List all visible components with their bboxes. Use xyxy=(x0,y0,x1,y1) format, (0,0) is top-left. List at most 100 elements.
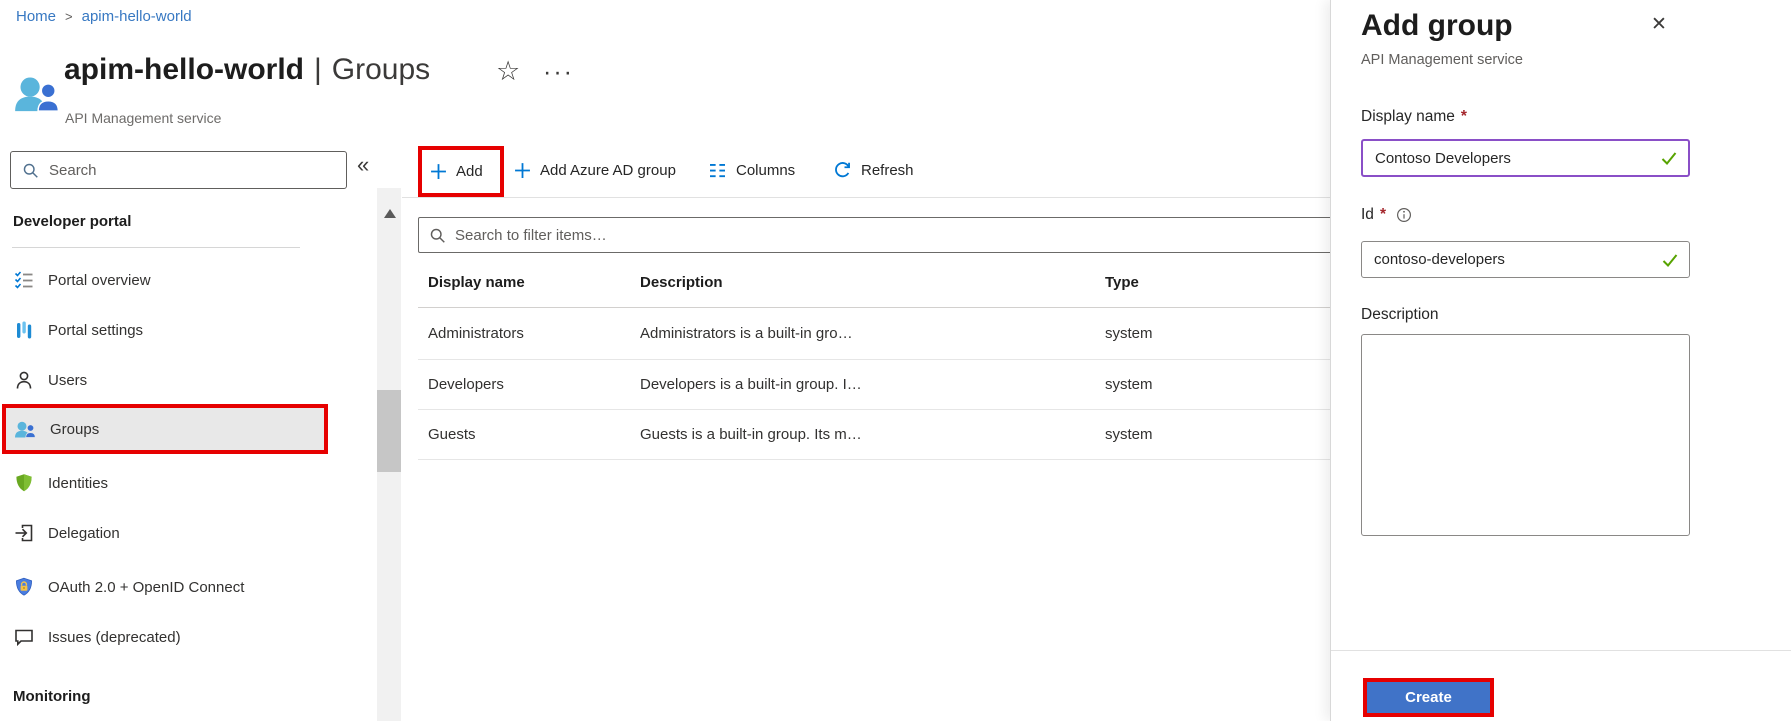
sidebar-section-monitoring: Monitoring xyxy=(13,688,90,705)
breadcrumb-separator: > xyxy=(65,9,73,24)
resource-name: apim-hello-world xyxy=(64,53,304,86)
create-button-annotation-box: Create xyxy=(1363,678,1494,717)
person-icon xyxy=(14,370,34,390)
sidebar-item-portal-overview[interactable]: Portal overview xyxy=(0,258,332,302)
page-subtitle: API Management service xyxy=(65,110,221,126)
scrollbar-up-arrow[interactable] xyxy=(384,209,396,218)
cell-description: Guests is a built-in group. Its m… xyxy=(640,409,1090,459)
azure-portal-page: Home > apim-hello-world apim-hello-world… xyxy=(0,0,1791,721)
sidebar-item-oauth[interactable]: OAuth 2.0 + OpenID Connect xyxy=(0,565,332,609)
sidebar-item-label: Users xyxy=(48,372,87,389)
sidebar-item-label: Delegation xyxy=(48,525,120,542)
breadcrumb-current-link[interactable]: apim-hello-world xyxy=(82,8,192,25)
add-button[interactable]: Add xyxy=(418,146,504,197)
plus-icon xyxy=(430,163,447,180)
delegation-arrow-icon xyxy=(14,523,34,543)
cell-type: system xyxy=(1105,409,1255,459)
sidebar-item-label: Issues (deprecated) xyxy=(48,629,181,646)
cell-display-name: Administrators xyxy=(428,307,633,359)
columns-icon xyxy=(708,163,727,178)
info-icon[interactable] xyxy=(1396,207,1412,223)
columns-label: Columns xyxy=(736,162,795,179)
refresh-icon xyxy=(833,161,852,180)
required-asterisk: * xyxy=(1380,206,1386,224)
sidebar-search-placeholder: Search xyxy=(49,162,97,179)
cell-description: Developers is a built-in group. I… xyxy=(640,359,1090,409)
search-icon xyxy=(22,162,39,179)
breadcrumb-home-link[interactable]: Home xyxy=(16,8,56,25)
required-asterisk: * xyxy=(1461,108,1467,126)
cell-description: Administrators is a built-in gro… xyxy=(640,307,1090,359)
table-row-administrators[interactable]: Administrators Administrators is a built… xyxy=(418,307,1339,360)
id-field[interactable]: contoso-developers xyxy=(1361,241,1690,278)
green-shield-icon xyxy=(14,473,34,493)
cell-display-name: Developers xyxy=(428,359,633,409)
sidebar-item-issues[interactable]: Issues (deprecated) xyxy=(0,615,332,659)
sidebar-item-delegation[interactable]: Delegation xyxy=(0,511,332,555)
column-header-type[interactable]: Type xyxy=(1105,258,1255,307)
groups-people-icon xyxy=(13,74,60,114)
command-bar-divider xyxy=(402,197,1338,198)
title-divider: | xyxy=(314,53,322,86)
sidebar-item-groups-selected[interactable]: Groups xyxy=(2,404,328,454)
sidebar-item-users[interactable]: Users xyxy=(0,358,332,402)
sidebar-section-developer-portal: Developer portal xyxy=(13,213,131,230)
create-button[interactable]: Create xyxy=(1367,682,1490,713)
description-textarea[interactable] xyxy=(1361,334,1690,536)
panel-footer-divider xyxy=(1331,650,1791,651)
close-icon[interactable]: ✕ xyxy=(1651,13,1667,36)
description-label: Description xyxy=(1361,306,1439,324)
display-name-value: Contoso Developers xyxy=(1375,150,1660,167)
sidebar-search-input[interactable]: Search xyxy=(10,151,347,189)
display-name-field[interactable]: Contoso Developers xyxy=(1361,139,1690,177)
sidebar-item-label: Portal overview xyxy=(48,272,151,289)
search-icon xyxy=(429,227,446,244)
table-row-guests[interactable]: Guests Guests is a built-in group. Its m… xyxy=(418,409,1339,460)
display-name-label-text: Display name xyxy=(1361,108,1455,126)
sliders-icon xyxy=(14,320,34,340)
refresh-button[interactable]: Refresh xyxy=(833,150,914,190)
valid-check-icon xyxy=(1661,251,1679,269)
page-title: apim-hello-world | Groups xyxy=(64,53,430,87)
add-azure-ad-group-label: Add Azure AD group xyxy=(540,162,676,179)
id-label-text: Id xyxy=(1361,206,1374,224)
sidebar-item-label: Identities xyxy=(48,475,108,492)
table-header-row: Display name Description Type xyxy=(418,258,1339,308)
sidebar-item-identities[interactable]: Identities xyxy=(0,461,332,505)
panel-subtitle: API Management service xyxy=(1361,52,1523,68)
cell-display-name: Guests xyxy=(428,409,633,459)
sidebar-scrollbar-thumb[interactable] xyxy=(377,390,401,472)
add-button-label: Add xyxy=(456,163,483,180)
display-name-label: Display name * xyxy=(1361,108,1467,126)
speech-bubble-icon xyxy=(14,627,34,647)
refresh-label: Refresh xyxy=(861,162,914,179)
sidebar-item-label: Groups xyxy=(50,421,99,438)
sidebar-item-label: OAuth 2.0 + OpenID Connect xyxy=(48,579,244,596)
more-ellipsis-icon[interactable]: ··· xyxy=(543,58,574,87)
cell-type: system xyxy=(1105,359,1255,409)
column-header-display-name[interactable]: Display name xyxy=(428,258,633,307)
checklist-icon xyxy=(14,270,34,290)
title-section: Groups xyxy=(332,53,430,86)
description-label-text: Description xyxy=(1361,306,1439,324)
sidebar-item-portal-settings[interactable]: Portal settings xyxy=(0,308,332,352)
sidebar-item-label: Portal settings xyxy=(48,322,143,339)
oauth-shield-lock-icon xyxy=(14,577,34,597)
columns-button[interactable]: Columns xyxy=(708,150,795,190)
column-header-description[interactable]: Description xyxy=(640,258,1090,307)
breadcrumb: Home > apim-hello-world xyxy=(16,8,192,25)
panel-title: Add group xyxy=(1361,4,1513,48)
collapse-sidebar-chevrons[interactable]: « xyxy=(357,152,369,178)
filter-placeholder: Search to filter items… xyxy=(455,227,607,244)
valid-check-icon xyxy=(1660,149,1678,167)
favorite-star-icon[interactable]: ☆ xyxy=(496,56,520,86)
cell-type: system xyxy=(1105,307,1255,359)
id-label: Id * xyxy=(1361,206,1412,224)
add-group-panel: Add group ✕ API Management service Displ… xyxy=(1330,0,1791,721)
table-row-developers[interactable]: Developers Developers is a built-in grou… xyxy=(418,359,1339,410)
sidebar-divider xyxy=(12,247,300,248)
add-azure-ad-group-button[interactable]: Add Azure AD group xyxy=(514,150,676,190)
people-icon xyxy=(14,420,36,439)
filter-items-input[interactable]: Search to filter items… xyxy=(418,217,1339,253)
id-value: contoso-developers xyxy=(1374,251,1661,268)
